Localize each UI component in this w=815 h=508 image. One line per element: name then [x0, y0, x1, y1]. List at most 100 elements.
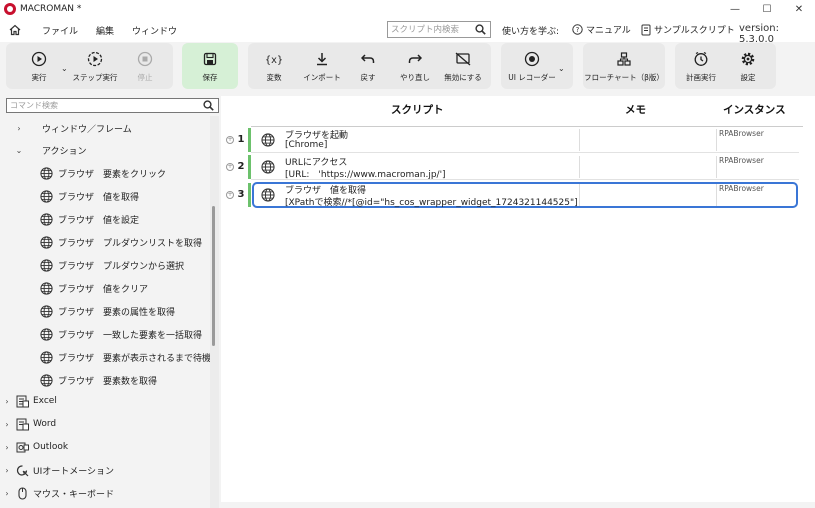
script-editor: スクリプト メモ インスタンス + 1 ブラウザを起動 [Chrome] RPA…: [221, 96, 815, 502]
tree-node-word[interactable]: › Word: [2, 413, 56, 435]
command-item[interactable]: ブラウザ 要素の属性を取得: [40, 300, 175, 322]
import-button[interactable]: インポート: [300, 43, 344, 89]
step-run-label: ステップ実行: [72, 72, 118, 82]
command-tree: › ウィンドウ／フレーム ⌄ アクション ブラウザ 要素をクリック ブラウザ 値…: [0, 116, 211, 508]
redo-icon: [408, 50, 422, 68]
scrollbar-thumb[interactable]: [212, 206, 215, 346]
command-search-box: [6, 98, 219, 113]
chevron-right-icon: ›: [5, 419, 9, 429]
flowchart-label: フローチャート（β版）: [584, 72, 664, 82]
stop-label: 停止: [137, 72, 153, 82]
gear-icon: [740, 50, 756, 68]
undo-button[interactable]: 戻す: [352, 43, 384, 89]
chevron-right-icon: ›: [17, 123, 21, 133]
variable-icon: {x}: [265, 50, 283, 68]
tree-node-outlook[interactable]: › Outlook: [2, 436, 68, 458]
column-divider: [579, 156, 580, 178]
globe-icon: [261, 133, 275, 147]
record-icon: [524, 50, 540, 68]
row-number: 1: [237, 134, 245, 145]
command-item[interactable]: ブラウザ プルダウンリストを取得: [40, 231, 202, 253]
column-divider: [579, 129, 580, 151]
menu-window[interactable]: ウィンドウ: [132, 24, 177, 37]
step-run-button[interactable]: ステップ実行: [72, 43, 118, 89]
tree-node-action[interactable]: ⌄ アクション: [14, 139, 87, 161]
play-icon: [31, 50, 47, 68]
menu-file[interactable]: ファイル: [42, 24, 78, 37]
disable-button[interactable]: 無効にする: [440, 43, 486, 89]
command-scrollbar[interactable]: [210, 116, 219, 508]
tree-node-mouse-keyboard[interactable]: › マウス・キーボード: [2, 482, 114, 504]
maximize-button[interactable]: ☐: [751, 0, 783, 18]
command-item[interactable]: ブラウザ プルダウンから選択: [40, 254, 184, 276]
expand-icon[interactable]: +: [226, 191, 234, 199]
script-search-input[interactable]: [391, 22, 477, 37]
script-search-box: [387, 21, 491, 38]
tree-node-ui-automation[interactable]: › UIオートメーション: [2, 459, 114, 481]
tree-label: マウス・キーボード: [33, 489, 115, 500]
close-button[interactable]: ✕: [783, 0, 815, 18]
command-label: ブラウザ プルダウンから選択: [58, 261, 185, 272]
help-icon: ?: [572, 24, 583, 35]
redo-button[interactable]: やり直し: [395, 43, 435, 89]
tree-label: UIオートメーション: [33, 466, 115, 477]
undo-label: 戻す: [360, 72, 376, 82]
menu-edit[interactable]: 編集: [96, 24, 114, 37]
column-divider: [716, 129, 717, 151]
instance-value: RPABrowser: [719, 156, 764, 165]
sample-scripts-link[interactable]: サンプルスクリプト: [641, 23, 735, 36]
expand-icon[interactable]: +: [226, 163, 234, 171]
search-icon[interactable]: [203, 100, 214, 114]
flowchart-icon: [617, 50, 631, 68]
script-row[interactable]: + 2 URLにアクセス [URL: 'https://www.macroman…: [221, 154, 815, 180]
schedule-icon: [693, 50, 709, 68]
disable-icon: [455, 50, 471, 68]
save-button[interactable]: 保存: [182, 43, 238, 89]
tree-label: Outlook: [33, 442, 69, 452]
tree-node-excel[interactable]: › Excel: [2, 390, 57, 412]
command-item[interactable]: ブラウザ 要素をクリック: [40, 162, 166, 184]
variable-button[interactable]: {x} 変数: [258, 43, 290, 89]
command-item[interactable]: ブラウザ 値を設定: [40, 208, 139, 230]
flowchart-button[interactable]: フローチャート（β版）: [584, 43, 664, 89]
command-params: [XPathで検索//*[@id="hs_cos_wrapper_widget_…: [285, 198, 577, 208]
command-item[interactable]: ブラウザ 一致した要素を一括取得: [40, 323, 202, 345]
run-button[interactable]: 実行: [18, 43, 60, 89]
import-label: インポート: [303, 72, 341, 82]
search-icon[interactable]: [475, 24, 486, 38]
run-dropdown-icon[interactable]: ⌄: [61, 64, 68, 73]
column-divider: [579, 184, 580, 206]
column-divider: [716, 184, 717, 206]
command-item[interactable]: ブラウザ 要素が表示されるまで待機: [40, 346, 211, 368]
tree-node-window-frame[interactable]: › ウィンドウ／フレーム: [14, 117, 131, 139]
globe-icon: [40, 166, 53, 180]
globe-icon: [40, 212, 53, 226]
mouse-icon: [18, 486, 27, 500]
schedule-button[interactable]: 計画実行: [680, 43, 722, 89]
command-item[interactable]: ブラウザ 値をクリア: [40, 277, 148, 299]
stop-button[interactable]: 停止: [126, 43, 164, 89]
home-icon[interactable]: [8, 23, 22, 37]
tree-label: アクション: [42, 146, 87, 157]
manual-link[interactable]: ? マニュアル: [572, 23, 631, 36]
chevron-down-icon: ⌄: [15, 145, 23, 155]
script-row[interactable]: + 1 ブラウザを起動 [Chrome] RPABrowser: [221, 127, 815, 153]
script-row-selected[interactable]: + 3 ブラウザ 値を取得 [XPathで検索//*[@id="hs_cos_w…: [221, 182, 815, 208]
command-item[interactable]: ブラウザ 要素数を取得: [40, 369, 157, 391]
save-icon: [203, 50, 217, 68]
command-label: ブラウザ 要素数を取得: [58, 376, 158, 387]
instance-value: RPABrowser: [719, 129, 764, 138]
expand-icon[interactable]: +: [226, 136, 234, 144]
redo-label: やり直し: [400, 72, 430, 82]
command-label: ブラウザ 値をクリア: [58, 284, 149, 295]
recorder-dropdown-icon[interactable]: ⌄: [558, 64, 565, 73]
minimize-button[interactable]: —: [719, 0, 751, 18]
globe-icon: [261, 188, 275, 202]
ui-recorder-button[interactable]: UI レコーダー: [507, 43, 557, 89]
command-params: [Chrome]: [285, 140, 328, 150]
svg-text:?: ?: [576, 26, 580, 34]
settings-button[interactable]: 設定: [728, 43, 768, 89]
excel-icon: [16, 395, 29, 407]
command-search-input[interactable]: [10, 99, 200, 112]
command-item[interactable]: ブラウザ 値を取得: [40, 185, 139, 207]
